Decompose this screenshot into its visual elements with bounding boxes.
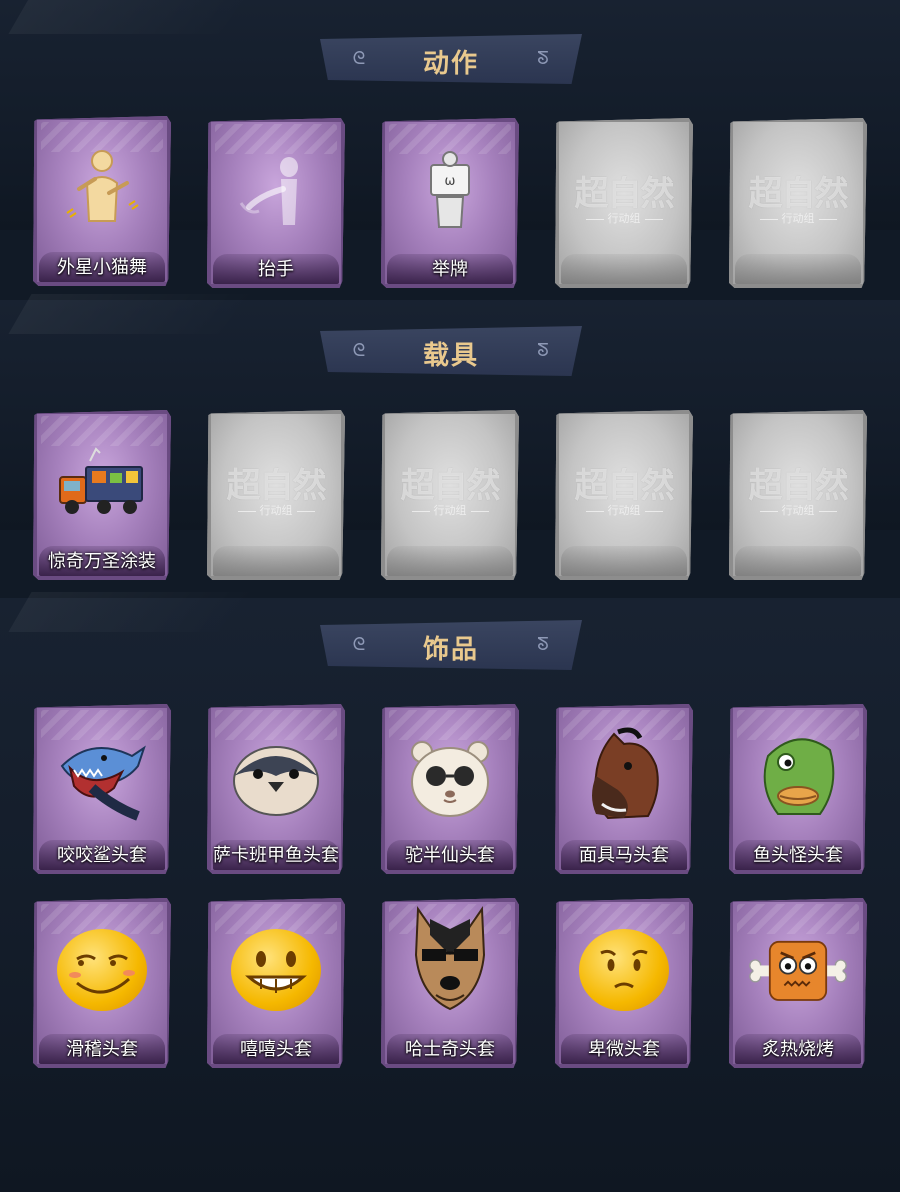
raise-hand-icon: [226, 140, 326, 240]
green-fish-head-icon: [748, 726, 848, 826]
swirl-ornament-icon: ᘕ: [537, 634, 549, 655]
section-banner-vehicles: ᘓ 载具 ᘕ: [320, 326, 582, 376]
item-label: 炙热烧烤: [762, 1039, 834, 1060]
locked-item-card[interactable]: 超自然 行动组: [729, 118, 867, 288]
horse-head-icon: [574, 726, 674, 826]
smirk-emoji-icon: [52, 920, 152, 1020]
placeholder-logo-subtitle: 行动组: [381, 502, 519, 518]
section-banner-accessories: ᘓ 饰品 ᘕ: [320, 620, 582, 670]
placeholder-logo-subtitle: 行动组: [555, 210, 693, 226]
item-card[interactable]: 咬咬鲨头套: [33, 704, 171, 874]
locked-item-card[interactable]: 超自然 行动组: [555, 118, 693, 288]
hold-sign-icon: ω: [400, 140, 500, 240]
roast-meat-icon: [748, 920, 848, 1020]
placeholder-logo-subtitle: 行动组: [555, 502, 693, 518]
item-label: 外星小猫舞: [57, 257, 147, 278]
item-card[interactable]: 惊奇万圣涂装: [33, 410, 171, 580]
locked-item-card[interactable]: 超自然 行动组: [207, 410, 345, 580]
item-label: 面具马头套: [579, 845, 669, 866]
item-card[interactable]: 驼半仙头套: [381, 704, 519, 874]
shark-head-icon: [52, 726, 152, 826]
locked-item-card[interactable]: 超自然 行动组: [381, 410, 519, 580]
svg-text:ω: ω: [445, 174, 456, 189]
item-label: 鱼头怪头套: [753, 845, 843, 866]
swirl-ornament-icon: ᘕ: [537, 340, 549, 361]
item-card[interactable]: ω 举牌: [381, 118, 519, 288]
item-card[interactable]: 哈士奇头套: [381, 898, 519, 1068]
item-label: 咬咬鲨头套: [57, 845, 147, 866]
item-label: 萨卡班甲鱼头套: [213, 845, 339, 866]
item-label: 惊奇万圣涂装: [48, 551, 156, 572]
item-label: 嘻嘻头套: [240, 1039, 312, 1060]
item-card[interactable]: 萨卡班甲鱼头套: [207, 704, 345, 874]
bear-sunglasses-icon: [400, 726, 500, 826]
item-card[interactable]: 鱼头怪头套: [729, 704, 867, 874]
dance-pose-icon: [52, 138, 152, 238]
item-card[interactable]: 滑稽头套: [33, 898, 171, 1068]
item-card[interactable]: 抬手: [207, 118, 345, 288]
placeholder-logo-subtitle: 行动组: [729, 502, 867, 518]
locked-item-card[interactable]: 超自然 行动组: [555, 410, 693, 580]
item-label: 卑微头套: [588, 1039, 660, 1060]
placeholder-logo-icon: 超自然: [226, 466, 327, 506]
section-bg-accessories: [0, 598, 900, 1192]
item-label: 哈士奇头套: [405, 1039, 495, 1060]
placeholder-logo-icon: 超自然: [748, 466, 849, 506]
item-card[interactable]: 面具马头套: [555, 704, 693, 874]
section-banner-actions: ᘓ 动作 ᘕ: [320, 34, 582, 84]
item-card[interactable]: 卑微头套: [555, 898, 693, 1068]
item-label: 举牌: [432, 259, 468, 280]
placeholder-logo-icon: 超自然: [574, 466, 675, 506]
item-card[interactable]: 外星小猫舞: [33, 116, 171, 286]
pleading-emoji-icon: [574, 920, 674, 1020]
husky-head-icon: [400, 905, 500, 1011]
placeholder-logo-subtitle: 行动组: [207, 502, 345, 518]
fish-head-icon: [226, 726, 326, 826]
halloween-truck-icon: [52, 432, 152, 532]
placeholder-logo-icon: 超自然: [400, 466, 501, 506]
item-card[interactable]: 炙热烧烤: [729, 898, 867, 1068]
item-label: 驼半仙头套: [405, 845, 495, 866]
placeholder-logo-icon: 超自然: [748, 174, 849, 214]
item-card[interactable]: 嘻嘻头套: [207, 898, 345, 1068]
grin-emoji-icon: [226, 920, 326, 1020]
locked-item-card[interactable]: 超自然 行动组: [729, 410, 867, 580]
swirl-ornament-icon: ᘕ: [537, 48, 549, 69]
placeholder-logo-icon: 超自然: [574, 174, 675, 214]
item-label: 滑稽头套: [66, 1039, 138, 1060]
placeholder-logo-subtitle: 行动组: [729, 210, 867, 226]
item-label: 抬手: [258, 259, 294, 280]
